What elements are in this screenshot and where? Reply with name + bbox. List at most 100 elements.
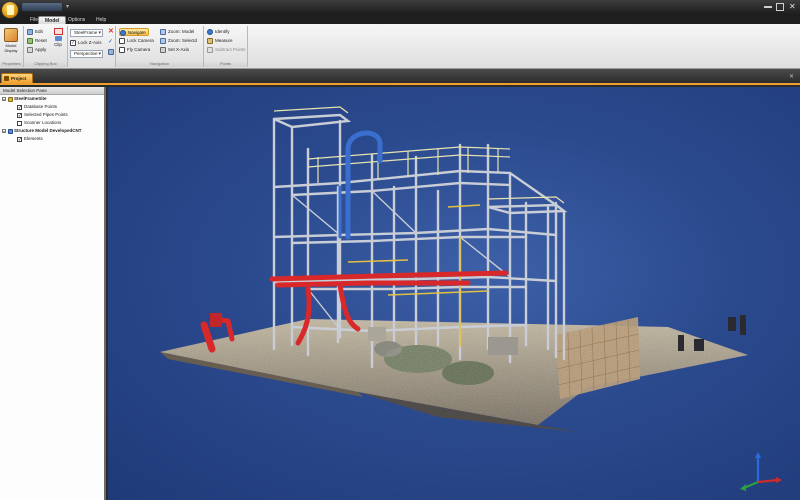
subtract-points-label: Subtract Points — [215, 47, 246, 52]
measure-label: Measure — [215, 38, 233, 43]
zoom-selected-icon — [160, 38, 166, 44]
points-group-label: Points — [204, 61, 247, 67]
tab-options[interactable]: Options — [62, 16, 91, 24]
measure-icon — [207, 38, 213, 44]
fly-camera-check-icon — [119, 47, 125, 53]
lock-camera-check-icon — [119, 38, 125, 44]
ribbon: Model Display Properties Edit Reset Appl… — [0, 24, 800, 69]
xyz-axis-triad-icon — [740, 452, 782, 491]
subtract-points-icon — [207, 47, 213, 53]
tree-node-structure-model[interactable]: − Structure Model DevelopedCNT — [0, 127, 104, 135]
lock-z-axis-label: Lock Z-Axis — [78, 40, 102, 45]
set-x-axis-label: Set X-Axis — [168, 47, 190, 52]
check-icon[interactable]: ✓ — [108, 39, 114, 45]
tab-project[interactable]: Project — [1, 73, 33, 83]
subtract-points-button[interactable]: Subtract Points — [207, 46, 246, 54]
group-display: SteelFrame ✓ Lock Z-Axis Perspective ✕ ✓ — [68, 26, 116, 67]
tree-node-label: SteelFrameSite — [14, 96, 47, 101]
lock-z-axis-checkbox[interactable]: ✓ Lock Z-Axis — [70, 39, 102, 47]
edit-icon — [27, 29, 33, 35]
identify-icon — [207, 29, 213, 35]
navigate-button[interactable]: Navigate — [119, 28, 149, 36]
fly-camera-label: Fly Camera — [127, 47, 151, 52]
tab-help[interactable]: Help — [90, 16, 112, 24]
fly-camera-checkbox[interactable]: Fly Camera — [119, 46, 150, 54]
clip-arrow-icon — [54, 36, 62, 41]
maximize-icon[interactable] — [776, 3, 784, 11]
collapse-icon[interactable]: − — [2, 129, 6, 134]
document-tab-strip: Project ✕ — [0, 69, 800, 85]
lock-camera-checkbox[interactable]: Lock Camera — [119, 37, 154, 45]
quick-access-dropdown-icon[interactable]: ▾ — [66, 3, 69, 10]
collapse-icon[interactable]: − — [2, 97, 6, 102]
tree-node-database-points[interactable]: ✓ Database Points — [0, 103, 104, 111]
group-properties: Model Display Properties — [0, 26, 24, 67]
title-bar: ▾ ✕ — [0, 0, 800, 14]
clip-button[interactable]: Clip — [52, 28, 64, 47]
tree-node-steelframesite[interactable]: − SteelFrameSite — [0, 95, 104, 103]
model-tree: − SteelFrameSite ✓ Database Points ✓ Sel… — [0, 95, 104, 143]
handrails — [273, 106, 565, 204]
checkbox-unchecked-icon[interactable] — [17, 120, 22, 126]
zoom-model-button[interactable]: Zoom: Model — [160, 28, 194, 36]
close-document-icon[interactable]: ✕ — [789, 73, 794, 80]
tree-node-label: Structure Model DevelopedCNT — [14, 128, 82, 133]
model-display-label: Model Display — [4, 43, 18, 53]
identify-label: Identify — [215, 29, 230, 34]
3d-viewport[interactable] — [108, 87, 800, 500]
properties-group-label: Properties — [0, 61, 23, 67]
navigation-group-label: Navigation — [116, 61, 203, 67]
tree-node-label: Elements — [24, 136, 43, 141]
clip-icon — [53, 28, 63, 35]
tree-node-label: Scanner Locations — [24, 120, 62, 125]
reset-button[interactable]: Reset — [27, 37, 47, 45]
delete-icon[interactable]: ✕ — [108, 28, 114, 35]
apply-label: Apply — [35, 47, 47, 52]
model-selection-pane: Model Selection Pane − SteelFrameSite ✓ … — [0, 87, 106, 500]
reset-label: Reset — [35, 38, 47, 43]
measure-button[interactable]: Measure — [207, 37, 233, 45]
projection-combo[interactable]: Perspective — [70, 50, 103, 58]
tree-node-label: Selected Pipes Points — [24, 112, 68, 117]
clip-label: Clip — [54, 42, 62, 47]
checkbox-checked-icon[interactable]: ✓ — [17, 104, 22, 110]
apply-icon — [27, 47, 33, 53]
checkbox-checked-icon[interactable]: ✓ — [17, 112, 22, 118]
point-cloud-render — [160, 106, 782, 491]
group-clipping-box: Edit Reset Apply Clip Clipping Box — [24, 26, 68, 67]
checkbox-checked-icon[interactable]: ✓ — [17, 136, 22, 142]
blue-pipes — [338, 130, 383, 240]
pane-title: Model Selection Pane — [0, 87, 104, 95]
set-x-axis-icon — [160, 47, 166, 53]
lock-z-axis-check-icon: ✓ — [70, 40, 76, 46]
edit-label: Edit — [35, 29, 43, 34]
close-icon[interactable]: ✕ — [789, 3, 797, 11]
identify-button[interactable]: Identify — [207, 28, 230, 36]
app-menu-icon[interactable] — [1, 1, 19, 19]
zoom-model-icon — [160, 29, 166, 35]
group-points: Identify Measure Subtract Points Points — [204, 26, 248, 67]
display-combo[interactable]: SteelFrame — [70, 29, 103, 37]
ribbon-tab-row: File Model Options Help — [0, 14, 800, 24]
navigate-label: Navigate — [128, 30, 146, 35]
quick-access-toolbar[interactable] — [22, 3, 62, 11]
navigate-icon — [120, 30, 126, 36]
model-icon — [8, 128, 13, 134]
reset-icon — [27, 38, 33, 44]
project-icon — [4, 76, 9, 81]
minimize-icon[interactable] — [764, 3, 772, 8]
tree-node-scanner-locations[interactable]: Scanner Locations — [0, 119, 104, 127]
model-display-icon — [4, 28, 18, 42]
zoom-selected-button[interactable]: Zoom: Selectd — [160, 37, 197, 45]
edit-button[interactable]: Edit — [27, 28, 43, 36]
settings-small-icon[interactable] — [108, 49, 114, 55]
zoom-model-label: Zoom: Model — [168, 29, 195, 34]
model-display-button[interactable]: Model Display — [2, 28, 20, 58]
set-x-axis-button[interactable]: Set X-Axis — [160, 46, 189, 54]
apply-button[interactable]: Apply — [27, 46, 46, 54]
clipping-box-group-label: Clipping Box — [24, 61, 67, 67]
tree-node-elements[interactable]: ✓ Elements — [0, 135, 104, 143]
tree-node-selected-points[interactable]: ✓ Selected Pipes Points — [0, 111, 104, 119]
lock-camera-label: Lock Camera — [127, 38, 154, 43]
tree-node-label: Database Points — [24, 104, 58, 109]
